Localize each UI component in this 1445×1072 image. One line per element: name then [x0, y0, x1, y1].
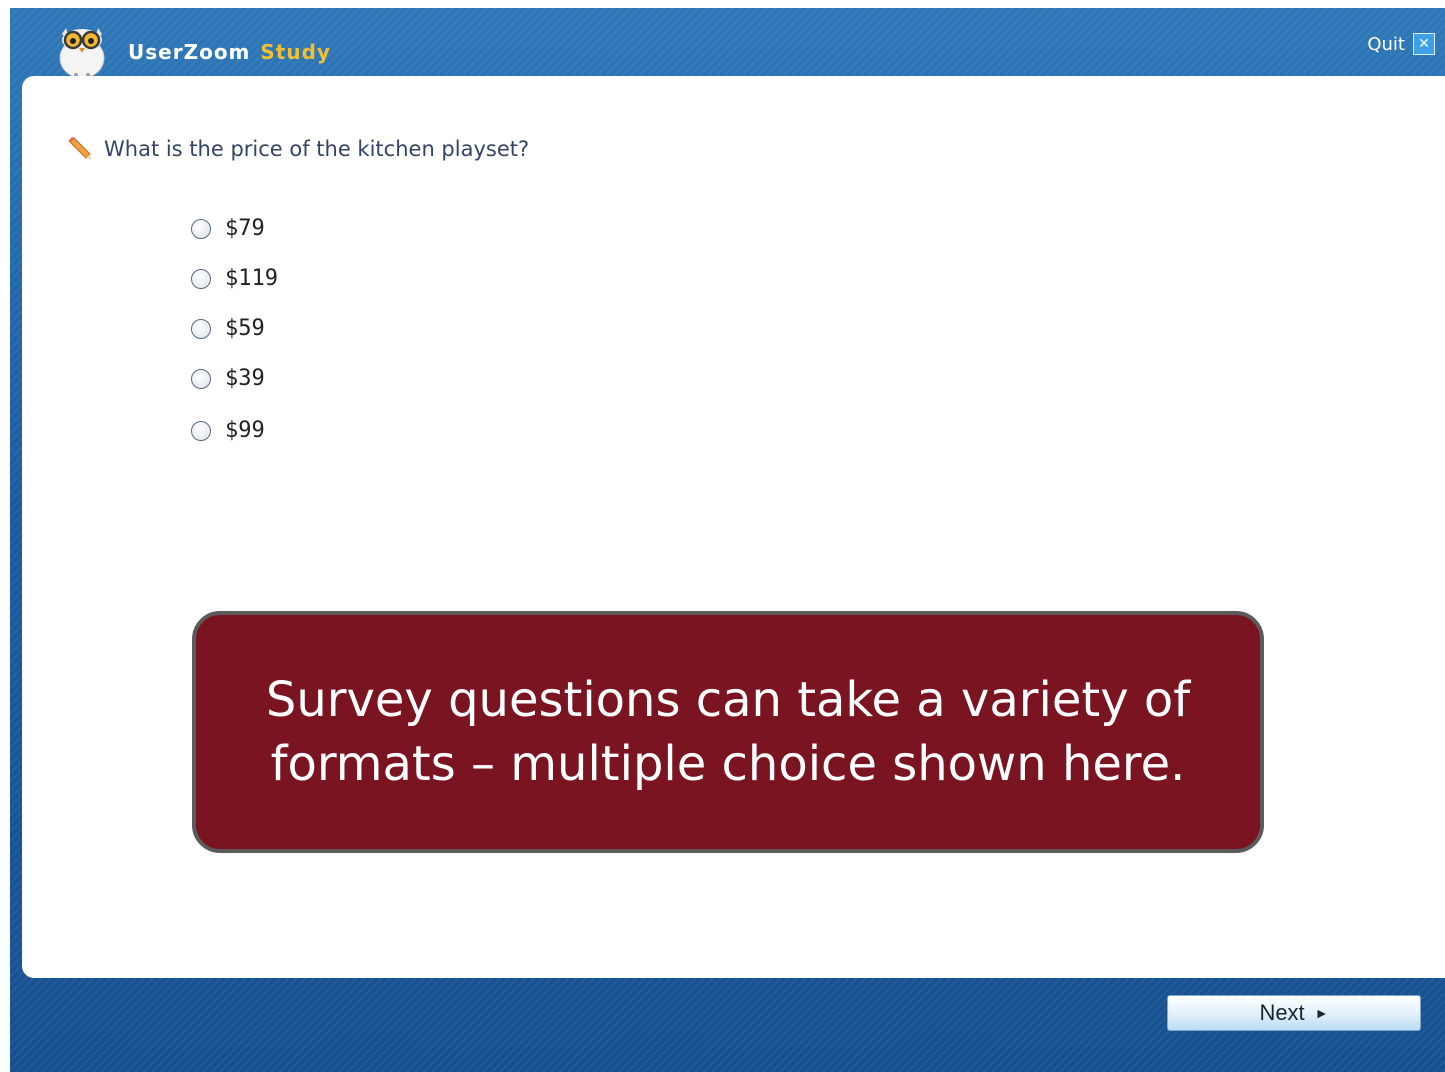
option-label: $119 — [225, 266, 278, 291]
next-label: Next — [1259, 1000, 1305, 1025]
next-button[interactable]: Next ► — [1167, 995, 1421, 1031]
quit-button[interactable]: Quit ✕ — [1367, 33, 1435, 55]
radio-button[interactable] — [191, 268, 211, 289]
radio-button[interactable] — [191, 420, 211, 441]
pencil-icon — [68, 137, 91, 160]
option-label: $99 — [225, 418, 265, 443]
option-label: $59 — [225, 316, 265, 341]
option-39[interactable]: $39 — [191, 366, 265, 391]
option-label: $39 — [225, 366, 265, 391]
callout-box: Survey questions can take a variety of f… — [192, 611, 1264, 853]
close-box-icon: ✕ — [1413, 33, 1435, 55]
quit-label: Quit — [1367, 33, 1405, 55]
option-119[interactable]: $119 — [191, 266, 278, 291]
option-79[interactable]: $79 — [191, 216, 265, 241]
radio-button[interactable] — [191, 368, 211, 389]
radio-button[interactable] — [191, 318, 211, 339]
question-header: What is the price of the kitchen playset… — [66, 136, 529, 162]
question-text: What is the price of the kitchen playset… — [104, 137, 530, 161]
owl-logo-icon — [59, 28, 105, 79]
app-name: UserZoom — [128, 40, 251, 64]
app-title: UserZoom Study — [128, 40, 331, 64]
option-99[interactable]: $99 — [191, 418, 265, 443]
option-59[interactable]: $59 — [191, 316, 265, 341]
radio-button[interactable] — [191, 218, 211, 239]
callout-text: Survey questions can take a variety of f… — [265, 672, 1191, 792]
play-arrow-icon: ► — [1314, 1005, 1329, 1021]
option-label: $79 — [225, 216, 265, 241]
app-suffix: Study — [260, 40, 331, 64]
